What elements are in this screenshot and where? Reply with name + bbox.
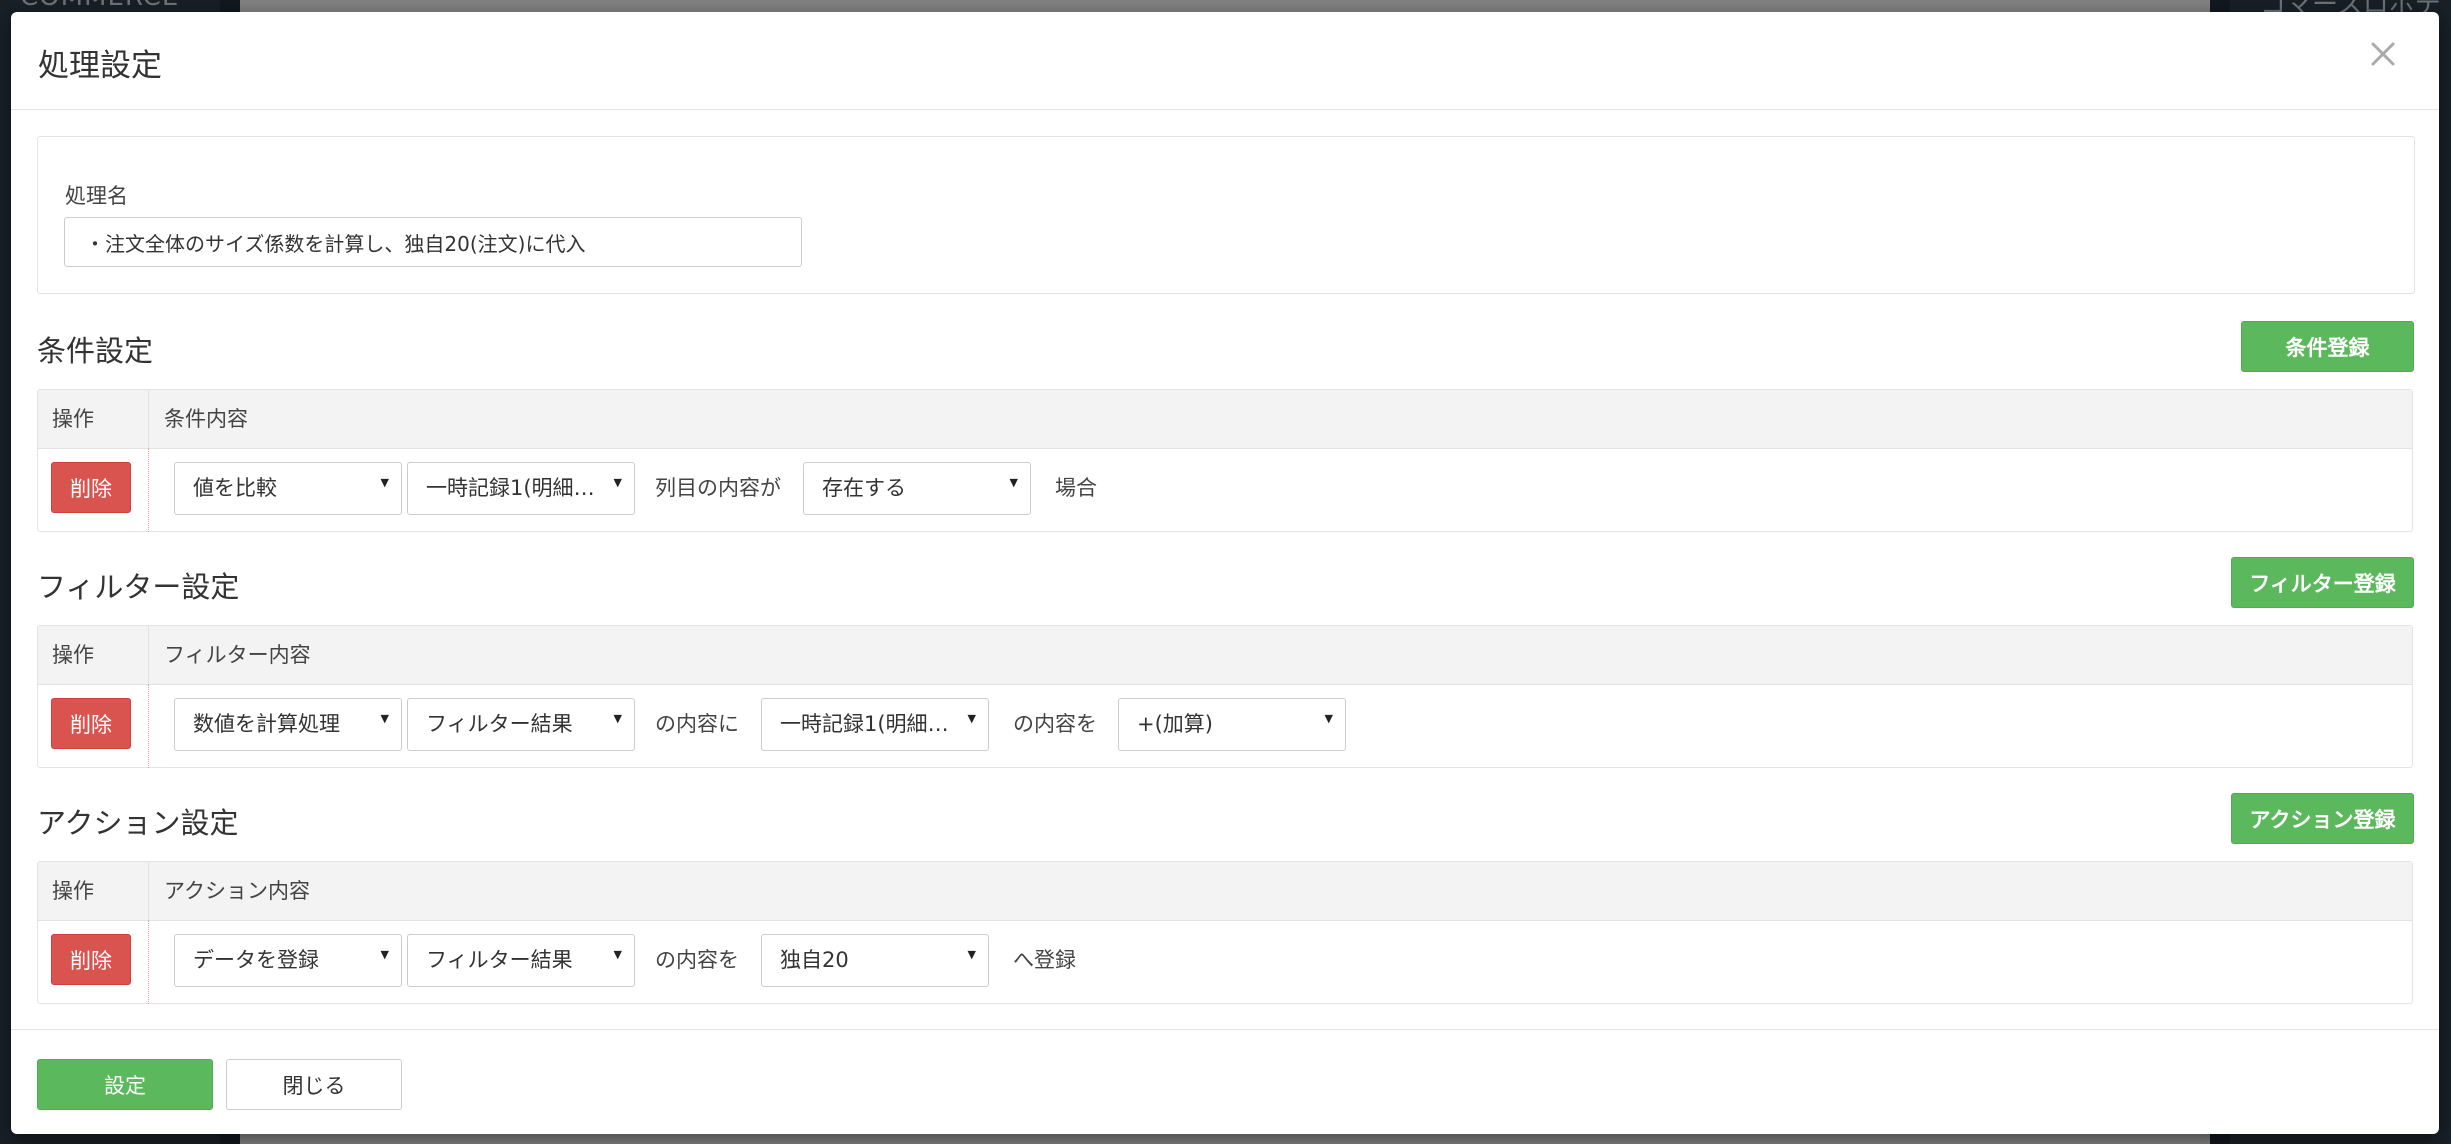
caret-down-icon: ▼ xyxy=(1324,712,1333,725)
select-value: 数値を計算処理 xyxy=(193,712,340,736)
select-value: 一時記録1(明細単位) xyxy=(780,712,978,736)
register-filter-button[interactable]: フィルター登録 xyxy=(2231,557,2414,608)
filter-type-select[interactable]: 数値を計算処理 ▼ xyxy=(174,698,402,751)
apply-button[interactable]: 設定 xyxy=(37,1059,213,1110)
filter-text-contents: の内容を xyxy=(1013,712,1097,736)
register-action-button[interactable]: アクション登録 xyxy=(2231,793,2414,844)
filters-table-header: 操作 フィルター内容 xyxy=(38,626,2412,685)
filter-operation-select[interactable]: +(加算) ▼ xyxy=(1118,698,1346,751)
caret-down-icon: ▼ xyxy=(967,948,976,961)
caret-down-icon: ▼ xyxy=(380,476,389,489)
process-name-panel: 処理名 xyxy=(37,136,2415,294)
select-value: データを登録 xyxy=(193,948,319,972)
select-value: 一時記録1(明細単位) xyxy=(426,476,624,500)
condition-text-contents: 列目の内容が xyxy=(655,476,781,500)
modal-header: 処理設定 xyxy=(11,12,2439,110)
filters-col-operation: 操作 xyxy=(38,626,149,684)
filter-source-select[interactable]: フィルター結果 ▼ xyxy=(407,698,635,751)
select-value: 値を比較 xyxy=(193,476,277,500)
close-button[interactable]: 閉じる xyxy=(226,1059,402,1110)
select-value: 独自20 xyxy=(780,948,849,972)
actions-section-title: アクション設定 xyxy=(37,806,239,840)
filter-field-select[interactable]: 一時記録1(明細単位) ▼ xyxy=(761,698,989,751)
filters-table: 操作 フィルター内容 削除 数値を計算処理 ▼ フィルター結果 ▼ の内容に 一… xyxy=(37,625,2413,768)
condition-text-case: 場合 xyxy=(1055,476,1097,500)
select-value: フィルター結果 xyxy=(426,948,573,972)
modal-title: 処理設定 xyxy=(38,48,162,84)
caret-down-icon: ▼ xyxy=(613,712,622,725)
action-text-register: へ登録 xyxy=(1013,948,1076,972)
filter-text-into: の内容に xyxy=(655,712,739,736)
column-divider xyxy=(148,448,149,532)
register-condition-button[interactable]: 条件登録 xyxy=(2241,321,2414,372)
conditions-col-operation: 操作 xyxy=(38,390,149,448)
condition-operator-select[interactable]: 存在する ▼ xyxy=(803,462,1031,515)
select-value: 存在する xyxy=(822,476,906,500)
action-text-contents: の内容を xyxy=(655,948,739,972)
column-divider xyxy=(148,684,149,768)
actions-col-operation: 操作 xyxy=(38,862,149,920)
modal-footer: 設定 閉じる xyxy=(11,1029,2439,1134)
action-source-select[interactable]: フィルター結果 ▼ xyxy=(407,934,635,987)
condition-type-select[interactable]: 値を比較 ▼ xyxy=(174,462,402,515)
caret-down-icon: ▼ xyxy=(967,712,976,725)
condition-field-select[interactable]: 一時記録1(明細単位) ▼ xyxy=(407,462,635,515)
caret-down-icon: ▼ xyxy=(380,712,389,725)
conditions-section-title: 条件設定 xyxy=(37,334,154,368)
process-settings-modal: 処理設定 処理名 条件設定 条件登録 操作 条件内容 削除 値を比較 ▼ 一時記… xyxy=(11,12,2439,1134)
delete-filter-button[interactable]: 削除 xyxy=(51,698,131,749)
conditions-table-header: 操作 条件内容 xyxy=(38,390,2412,449)
select-value: フィルター結果 xyxy=(426,712,573,736)
caret-down-icon: ▼ xyxy=(1009,476,1018,489)
process-name-input[interactable] xyxy=(64,217,802,267)
delete-action-button[interactable]: 削除 xyxy=(51,934,131,985)
actions-col-content: アクション内容 xyxy=(164,879,310,903)
action-type-select[interactable]: データを登録 ▼ xyxy=(174,934,402,987)
actions-table-header: 操作 アクション内容 xyxy=(38,862,2412,921)
close-icon[interactable] xyxy=(2363,34,2403,74)
process-name-label: 処理名 xyxy=(65,184,128,208)
action-target-select[interactable]: 独自20 ▼ xyxy=(761,934,989,987)
select-value: +(加算) xyxy=(1137,712,1213,736)
column-divider xyxy=(148,920,149,1004)
filters-section-title: フィルター設定 xyxy=(37,570,240,604)
conditions-col-content: 条件内容 xyxy=(164,407,248,431)
actions-table: 操作 アクション内容 削除 データを登録 ▼ フィルター結果 ▼ の内容を 独自… xyxy=(37,861,2413,1004)
caret-down-icon: ▼ xyxy=(380,948,389,961)
caret-down-icon: ▼ xyxy=(613,476,622,489)
filters-col-content: フィルター内容 xyxy=(164,643,311,667)
delete-condition-button[interactable]: 削除 xyxy=(51,462,131,513)
conditions-table: 操作 条件内容 削除 値を比較 ▼ 一時記録1(明細単位) ▼ 列目の内容が 存… xyxy=(37,389,2413,532)
caret-down-icon: ▼ xyxy=(613,948,622,961)
